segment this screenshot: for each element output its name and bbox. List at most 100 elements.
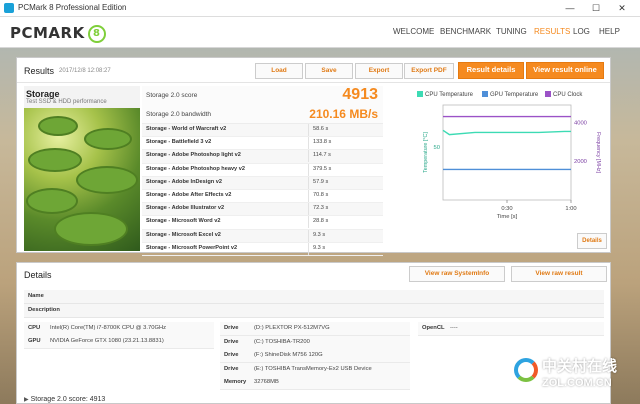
opencl-row: OpenCL ---- bbox=[418, 322, 604, 336]
title-bar: PCMark 8 Professional Edition — ☐ ✕ bbox=[0, 0, 640, 17]
test-name: Storage bbox=[26, 89, 60, 99]
legend-cpu-clock: CPU Clock bbox=[545, 91, 582, 98]
score-area: Storage 2.0 score 4913 Storage 2.0 bandw… bbox=[142, 86, 383, 256]
drive-label: Drive bbox=[224, 325, 239, 331]
view-result-online-button[interactable]: View result online bbox=[526, 62, 604, 79]
y-right-axis-label: Frequency [MHz] bbox=[595, 132, 601, 174]
details-button[interactable]: Details bbox=[577, 233, 607, 249]
nav-tuning[interactable]: TUNING bbox=[496, 27, 527, 36]
cpu-row: CPU Intel(R) Core(TM) i7-8700K CPU @ 3.7… bbox=[24, 322, 214, 336]
nav-help[interactable]: HELP bbox=[599, 27, 620, 36]
drive-value: (F:) ShineDisk M756 120G bbox=[254, 352, 323, 358]
bandwidth-row: Storage 2.0 bandwidth 210.16 MB/s bbox=[142, 106, 383, 124]
nav-welcome[interactable]: WELCOME bbox=[393, 27, 434, 36]
export-pdf-button[interactable]: Export PDF bbox=[404, 63, 454, 79]
results-timestamp: 2017/12/8 12:08:27 bbox=[59, 68, 111, 74]
drive-label: Drive bbox=[224, 352, 239, 358]
logo-badge: 8 bbox=[87, 25, 106, 43]
opencl-value: ---- bbox=[450, 325, 458, 331]
subtest-table: Storage - World of Warcraft v2 58.6 s Stor… bbox=[142, 124, 383, 256]
column-divider bbox=[308, 216, 309, 229]
chart-plot: 0:30 1:00 Time [s] 50 2000 4000 Temperature [°… bbox=[423, 104, 601, 220]
app-header: PCMARK 8 WELCOME BENCHMARK TUNING RESULTS… bbox=[0, 17, 640, 48]
drive-value: (E:) TOSHIBA TransMemory-Ex2 USB Device bbox=[254, 365, 372, 372]
subtest-name: Storage - World of Warcraft v2 bbox=[146, 126, 227, 132]
gpu-label: GPU bbox=[28, 338, 41, 344]
cpu-value: Intel(R) Core(TM) i7-8700K CPU @ 3.70GHz bbox=[50, 325, 167, 331]
description-label: Description bbox=[28, 307, 60, 313]
legend-label: CPU Clock bbox=[553, 92, 583, 98]
legend-label: GPU Temperature bbox=[490, 92, 539, 98]
drive-value: (D:) PLEXTOR PX-512M7VG bbox=[254, 325, 330, 331]
column-divider bbox=[308, 124, 309, 136]
column-divider bbox=[308, 137, 309, 150]
result-details-button[interactable]: Result details bbox=[458, 62, 524, 79]
gpu-row: GPU NVIDIA GeForce GTX 1080 (23.21.13.88… bbox=[24, 335, 214, 349]
footer-score-label: Storage 2.0 score: 4913 bbox=[30, 396, 106, 403]
score-footer[interactable]: ▶ Storage 2.0 score: 4913 bbox=[24, 396, 105, 403]
test-description: Test SSD & HDD performance bbox=[26, 99, 107, 105]
column-divider bbox=[308, 229, 309, 242]
column-divider bbox=[308, 176, 309, 189]
expand-arrow-icon: ▶ bbox=[24, 397, 29, 403]
details-title: Details bbox=[24, 270, 52, 280]
lily-pad bbox=[26, 188, 78, 214]
legend-swatch bbox=[545, 91, 551, 97]
app-icon bbox=[4, 3, 14, 13]
load-button[interactable]: Load bbox=[255, 63, 303, 79]
subtest-value: 9.3 s bbox=[313, 231, 326, 238]
drive-label: Drive bbox=[224, 365, 239, 372]
x-axis-label: Time [s] bbox=[497, 214, 518, 220]
score-value: 4913 bbox=[342, 86, 378, 103]
maximize-button[interactable]: ☐ bbox=[582, 1, 610, 15]
export-button[interactable]: Export bbox=[355, 63, 403, 79]
drive-row: Drive (C:) TOSHIBA-TR200 bbox=[220, 335, 410, 350]
subtest-row: Storage - Adobe Illustrator v2 72.3 s bbox=[142, 203, 383, 217]
lily-pad bbox=[28, 148, 82, 172]
column-divider bbox=[308, 242, 309, 255]
subtest-name: Storage - Battlefield 3 v2 bbox=[146, 139, 212, 146]
close-button[interactable]: ✕ bbox=[608, 1, 636, 15]
legend-swatch bbox=[482, 91, 488, 97]
subtest-row: Storage - Adobe InDesign v2 57.9 s bbox=[142, 176, 383, 190]
subtest-name: Storage - Microsoft PowerPoint v2 bbox=[146, 244, 238, 251]
legend-swatch bbox=[417, 91, 423, 97]
subtest-row: Storage - Microsoft Word v2 28.8 s bbox=[142, 216, 383, 230]
subtest-name: Storage - Microsoft Excel v2 bbox=[146, 231, 221, 238]
nav-results[interactable]: RESULTS bbox=[534, 27, 570, 36]
zol-logo-icon bbox=[514, 358, 538, 382]
name-row: Name bbox=[24, 290, 604, 304]
view-raw-systeminfo-button[interactable]: View raw SystemInfo bbox=[409, 266, 505, 282]
minimize-button[interactable]: — bbox=[556, 1, 584, 15]
subtest-row: Storage - World of Warcraft v2 58.6 s bbox=[142, 124, 383, 138]
subtest-name: Storage - Adobe Photoshop light v2 bbox=[146, 152, 241, 159]
subtest-row: Storage - Microsoft Excel v2 9.3 s bbox=[142, 229, 383, 243]
logo-text: PCMARK bbox=[10, 24, 85, 42]
zol-watermark: 中关村在线 ZOL.COM.CN bbox=[514, 355, 632, 395]
subtest-row: Storage - Adobe Photoshop light v2 114.7 … bbox=[142, 150, 383, 164]
test-image bbox=[24, 108, 140, 251]
test-summary: Storage Test SSD & HDD performance bbox=[24, 86, 140, 251]
drive-row: Drive (F:) ShineDisk M756 120G bbox=[220, 349, 410, 363]
pcmark-logo: PCMARK 8 bbox=[10, 24, 106, 43]
x-tick-label: 1:00 bbox=[565, 206, 576, 212]
score-row: Storage 2.0 score 4913 bbox=[142, 86, 383, 107]
subtest-value: 57.9 s bbox=[313, 178, 329, 185]
view-raw-result-button[interactable]: View raw result bbox=[511, 266, 607, 282]
score-label: Storage 2.0 score bbox=[146, 92, 198, 99]
lily-pad bbox=[76, 166, 138, 194]
subtest-name: Storage - Adobe After Effects v2 bbox=[146, 191, 232, 198]
nav-benchmark[interactable]: BENCHMARK bbox=[440, 27, 491, 36]
results-title: Results bbox=[24, 66, 55, 76]
subtest-row: Storage - Microsoft PowerPoint v2 9.3 s bbox=[142, 242, 383, 256]
watermark-en: ZOL.COM.CN bbox=[542, 377, 612, 389]
y-right-tick-label: 4000 bbox=[574, 120, 587, 126]
column-divider bbox=[308, 203, 309, 216]
subtest-name: Storage - Adobe Illustrator v2 bbox=[146, 205, 225, 212]
y-left-axis-label: Temperature [°C] bbox=[423, 132, 429, 173]
description-row: Description bbox=[24, 304, 604, 318]
monitoring-chart: CPU Temperature GPU Temperature CPU Cloc… bbox=[391, 86, 607, 250]
nav-log[interactable]: LOG bbox=[573, 27, 590, 36]
watermark-cn: 中关村在线 bbox=[542, 358, 618, 375]
save-button[interactable]: Save bbox=[305, 63, 353, 79]
